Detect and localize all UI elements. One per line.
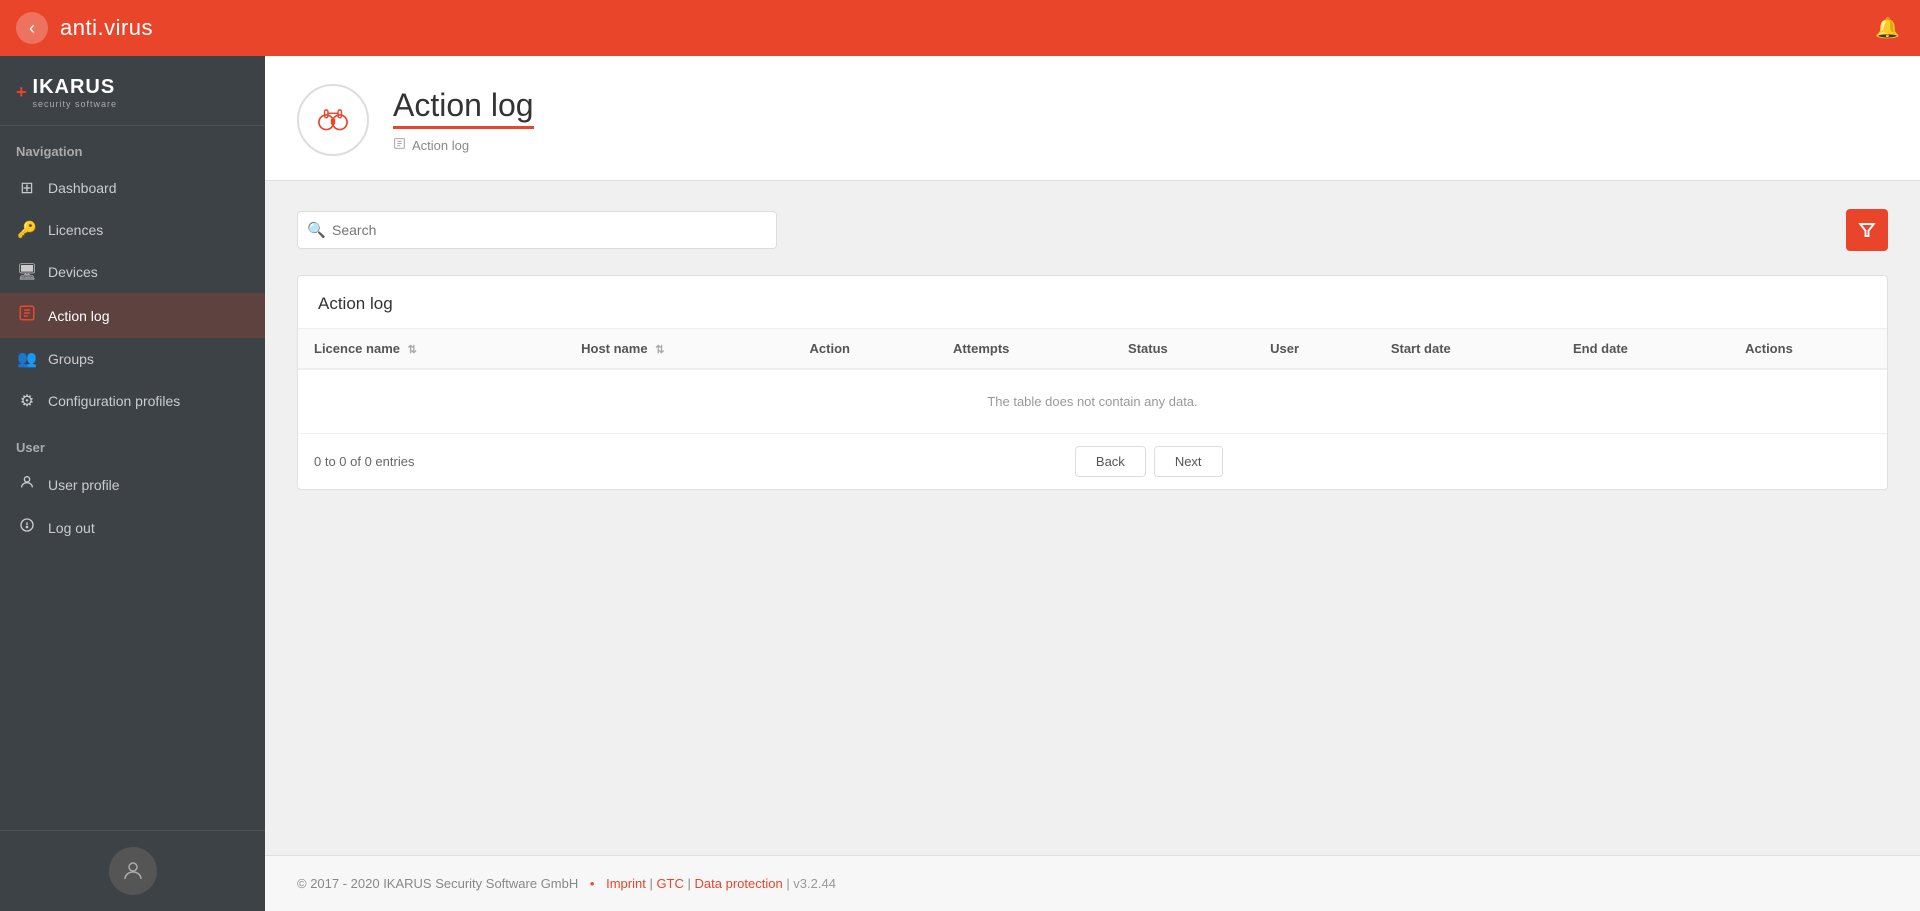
col-start-date: Start date bbox=[1375, 329, 1557, 369]
copyright: © 2017 - 2020 IKARUS Security Software G… bbox=[297, 876, 578, 891]
sidebar-item-label: Dashboard bbox=[48, 180, 117, 196]
breadcrumb-icon bbox=[393, 137, 406, 153]
logout-icon bbox=[16, 517, 38, 538]
sidebar-logo: + IKARUS security software bbox=[0, 56, 265, 126]
sidebar-bottom bbox=[0, 830, 265, 911]
table-section: Action log Licence name ⇅ Host name ⇅ bbox=[297, 275, 1888, 490]
imprint-link[interactable]: Imprint bbox=[606, 876, 646, 891]
sidebar: + IKARUS security software Navigation ⊞ … bbox=[0, 56, 265, 911]
col-user: User bbox=[1254, 329, 1375, 369]
sidebar-item-label: User profile bbox=[48, 477, 120, 493]
col-actions: Actions bbox=[1729, 329, 1887, 369]
sidebar-item-action-log[interactable]: Action log bbox=[0, 293, 265, 338]
back-button[interactable]: ‹ bbox=[16, 12, 48, 44]
logo-cross-icon: + bbox=[16, 82, 27, 103]
col-attempts: Attempts bbox=[937, 329, 1112, 369]
breadcrumb-label: Action log bbox=[412, 138, 469, 153]
search-input[interactable] bbox=[297, 211, 777, 249]
empty-message: The table does not contain any data. bbox=[298, 369, 1887, 434]
col-licence-name: Licence name ⇅ bbox=[298, 329, 565, 369]
config-icon: ⚙ bbox=[16, 391, 38, 411]
footer: © 2017 - 2020 IKARUS Security Software G… bbox=[265, 855, 1920, 911]
sort-icon: ⇅ bbox=[655, 343, 664, 356]
entries-count: 0 to 0 of 0 entries bbox=[314, 454, 414, 469]
footer-sep2: | bbox=[688, 876, 695, 891]
dashboard-icon: ⊞ bbox=[16, 178, 38, 198]
page-header-info: Action log Action log bbox=[393, 87, 534, 153]
sort-icon: ⇅ bbox=[408, 343, 417, 356]
app-title: anti.virus bbox=[60, 15, 153, 41]
table-header-row: Licence name ⇅ Host name ⇅ Action Attemp… bbox=[298, 329, 1887, 369]
breadcrumb: Action log bbox=[393, 137, 534, 153]
search-input-wrap: 🔍 bbox=[297, 211, 777, 249]
col-host-name: Host name ⇅ bbox=[565, 329, 793, 369]
filter-button[interactable] bbox=[1846, 209, 1888, 251]
sidebar-item-configuration-profiles[interactable]: ⚙ Configuration profiles bbox=[0, 380, 265, 422]
sidebar-item-user-profile[interactable]: User profile bbox=[0, 463, 265, 506]
bell-icon[interactable]: 🔔 bbox=[1875, 16, 1900, 41]
devices-icon: 🖥 bbox=[16, 262, 38, 282]
groups-icon: 👥 bbox=[16, 349, 38, 369]
logo-name: IKARUS bbox=[33, 76, 116, 98]
sidebar-item-groups[interactable]: 👥 Groups bbox=[0, 338, 265, 380]
page-header: Action log Action log bbox=[265, 56, 1920, 181]
logo-sub: security software bbox=[33, 99, 118, 109]
gtc-link[interactable]: GTC bbox=[656, 876, 683, 891]
search-icon: 🔍 bbox=[307, 221, 326, 239]
back-pagination-button[interactable]: Back bbox=[1075, 446, 1146, 477]
sidebar-item-label: Devices bbox=[48, 264, 98, 280]
pagination-buttons: Back Next bbox=[426, 446, 1871, 477]
topbar: ‹ anti.virus 🔔 bbox=[0, 0, 1920, 56]
user-profile-icon bbox=[16, 474, 38, 495]
sidebar-item-label: Licences bbox=[48, 222, 103, 238]
sidebar-item-dashboard[interactable]: ⊞ Dashboard bbox=[0, 167, 265, 209]
sidebar-item-label: Groups bbox=[48, 351, 94, 367]
table-section-title: Action log bbox=[298, 276, 1887, 329]
action-log-icon bbox=[16, 304, 38, 327]
nav-section-label: Navigation bbox=[0, 126, 265, 167]
main-content: Action log Action log bbox=[265, 56, 1920, 911]
col-action: Action bbox=[794, 329, 938, 369]
licences-icon: 🔑 bbox=[16, 220, 38, 240]
page-icon-circle bbox=[297, 84, 369, 156]
search-bar-row: 🔍 bbox=[297, 209, 1888, 251]
sidebar-item-log-out[interactable]: Log out bbox=[0, 506, 265, 549]
next-pagination-button[interactable]: Next bbox=[1154, 446, 1223, 477]
footer-version: | v3.2.44 bbox=[786, 876, 836, 891]
sidebar-item-devices[interactable]: 🖥 Devices bbox=[0, 251, 265, 293]
content-area: 🔍 Action log Licence name bbox=[265, 181, 1920, 855]
footer-dot: • bbox=[590, 876, 595, 891]
action-log-table: Licence name ⇅ Host name ⇅ Action Attemp… bbox=[298, 329, 1887, 434]
sidebar-item-label: Configuration profiles bbox=[48, 393, 180, 409]
data-protection-link[interactable]: Data protection bbox=[695, 876, 783, 891]
col-status: Status bbox=[1112, 329, 1254, 369]
sidebar-item-label: Action log bbox=[48, 308, 109, 324]
sidebar-item-licences[interactable]: 🔑 Licences bbox=[0, 209, 265, 251]
sidebar-bottom-avatar bbox=[109, 847, 157, 895]
sidebar-item-label: Log out bbox=[48, 520, 95, 536]
user-section-label: User bbox=[0, 422, 265, 463]
table-empty-row: The table does not contain any data. bbox=[298, 369, 1887, 434]
pagination-area: 0 to 0 of 0 entries Back Next bbox=[298, 434, 1887, 489]
col-end-date: End date bbox=[1557, 329, 1729, 369]
page-title: Action log bbox=[393, 87, 534, 129]
